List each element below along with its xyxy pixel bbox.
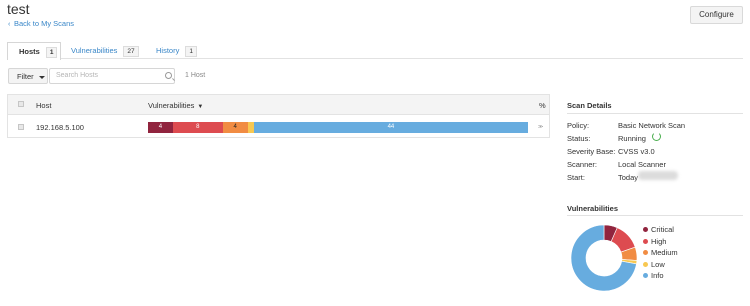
- legend-info-label: Info: [651, 271, 664, 280]
- scan-details-divider: [567, 113, 743, 114]
- start-value: Today: [618, 173, 639, 182]
- filter-label: Filter: [17, 72, 34, 81]
- legend-critical-label: Critical: [651, 225, 674, 234]
- status-label: Status:: [567, 134, 591, 143]
- legend-high-dot: [643, 239, 648, 244]
- select-all-checkbox[interactable]: [18, 101, 24, 107]
- tab-history-count: 1: [185, 46, 197, 57]
- legend-critical-dot: [643, 227, 648, 232]
- back-to-scans-link[interactable]: ‹ Back to My Scans: [8, 19, 74, 28]
- vulnerabilities-divider: [567, 215, 743, 216]
- table-row[interactable]: 192.168.5.100 4 8 4 44 ≫: [8, 116, 549, 138]
- host-count: 1 Host: [185, 72, 206, 79]
- tab-hosts[interactable]: Hosts 1: [7, 42, 61, 60]
- search-placeholder: Search Hosts: [56, 72, 99, 79]
- policy-value: Basic Network Scan: [618, 121, 686, 130]
- configure-button[interactable]: Configure: [690, 6, 743, 24]
- filter-button[interactable]: Filter: [8, 68, 48, 84]
- column-vulnerabilities-label: Vulnerabilities: [148, 101, 195, 110]
- legend-high: High: [643, 237, 667, 246]
- column-percent[interactable]: %: [539, 101, 546, 110]
- legend-critical: Critical: [643, 225, 674, 234]
- legend-medium-dot: [643, 250, 648, 255]
- vulnerabilities-chart-title: Vulnerabilities: [567, 204, 618, 213]
- vulnerabilities-donut-chart: [570, 224, 638, 292]
- column-vulnerabilities[interactable]: Vulnerabilities ▼: [148, 101, 203, 110]
- tab-history-label: History: [156, 46, 180, 55]
- scan-details-title: Scan Details: [567, 101, 612, 110]
- vuln-bar-high[interactable]: 8: [172, 122, 223, 133]
- tab-vulnerabilities-label: Vulnerabilities: [71, 46, 118, 55]
- legend-info: Info: [643, 271, 664, 280]
- status-value: Running: [618, 134, 646, 143]
- legend-low-label: Low: [651, 260, 665, 269]
- row-action-icon[interactable]: ≫: [538, 124, 543, 130]
- sort-down-icon: ▼: [197, 104, 204, 110]
- refresh-icon: [652, 132, 661, 141]
- vulnerability-bar[interactable]: 4 8 4 44: [148, 122, 528, 133]
- search-icon[interactable]: [165, 72, 172, 79]
- tab-hosts-label: Hosts: [19, 47, 40, 56]
- scanner-value: Local Scanner: [618, 160, 666, 169]
- legend-high-label: High: [651, 237, 667, 246]
- vuln-bar-critical[interactable]: 4: [148, 122, 173, 133]
- search-input[interactable]: Search Hosts: [49, 68, 175, 84]
- tab-vulnerabilities-count: 27: [123, 46, 139, 57]
- legend-medium: Medium: [643, 248, 678, 257]
- chevron-down-icon: [39, 76, 45, 79]
- vuln-bar-info[interactable]: 44: [253, 122, 528, 133]
- tab-hosts-count: 1: [45, 47, 58, 58]
- back-link-label: Back to My Scans: [14, 19, 75, 28]
- start-label: Start:: [567, 173, 585, 182]
- page-title: test: [7, 1, 30, 17]
- host-cell[interactable]: 192.168.5.100: [36, 123, 84, 132]
- column-host[interactable]: Host: [36, 101, 51, 110]
- row-checkbox[interactable]: [18, 124, 24, 130]
- severity-base-value: CVSS v3.0: [618, 147, 655, 156]
- severity-base-label: Severity Base:: [567, 147, 616, 156]
- legend-medium-label: Medium: [651, 248, 678, 257]
- hosts-table: Host Vulnerabilities ▼ % 192.168.5.100 48…: [7, 94, 550, 138]
- table-header: Host Vulnerabilities ▼ %: [8, 95, 549, 115]
- policy-label: Policy:: [567, 121, 590, 130]
- redacted-time: [638, 171, 678, 180]
- tab-history[interactable]: History 1: [156, 42, 197, 59]
- legend-low-dot: [643, 262, 648, 267]
- legend-info-dot: [643, 273, 648, 278]
- vuln-bar-medium[interactable]: 4: [222, 122, 248, 133]
- legend-low: Low: [643, 260, 665, 269]
- scanner-label: Scanner:: [567, 160, 598, 169]
- tab-vulnerabilities[interactable]: Vulnerabilities 27: [71, 42, 139, 59]
